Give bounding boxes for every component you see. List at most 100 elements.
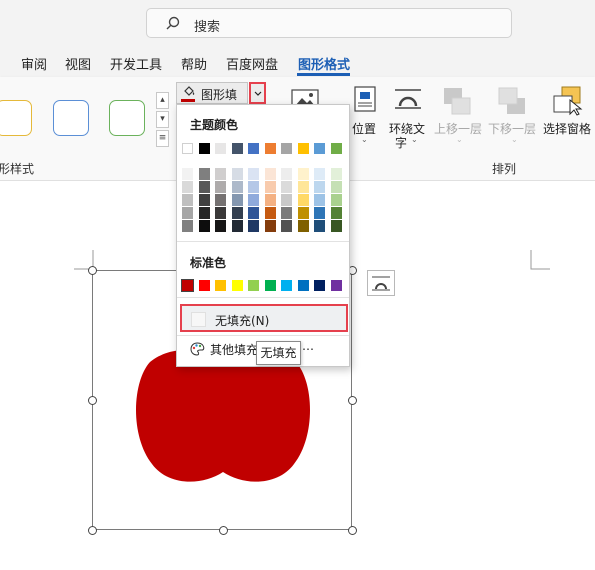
theme-shade-swatch[interactable] (248, 194, 259, 206)
resize-handle-bottom-left[interactable] (88, 526, 97, 535)
selection-pane-icon[interactable] (552, 86, 584, 119)
theme-shade-swatch[interactable] (198, 194, 210, 206)
tab-shape-format[interactable]: 图形格式 (298, 54, 350, 73)
theme-shade-swatch[interactable] (215, 220, 226, 232)
gallery-scroll-down-button[interactable]: ▾ (156, 111, 169, 128)
theme-shade-swatch[interactable] (297, 207, 309, 219)
theme-shade-swatch[interactable] (231, 168, 243, 180)
theme-shade-swatch[interactable] (330, 168, 342, 180)
theme-shade-swatch[interactable] (231, 207, 243, 219)
theme-shade-swatch[interactable] (231, 181, 243, 193)
theme-color-swatch[interactable] (297, 143, 309, 154)
theme-shade-swatch[interactable] (264, 168, 276, 180)
theme-shade-swatch[interactable] (248, 207, 259, 219)
theme-color-swatch[interactable] (198, 143, 210, 154)
theme-shade-swatch[interactable] (314, 207, 325, 219)
standard-color-swatch[interactable] (181, 279, 194, 292)
resize-handle-top-left[interactable] (88, 266, 97, 275)
theme-color-swatch[interactable] (314, 143, 325, 154)
tab-review[interactable]: 审阅 (21, 54, 47, 73)
resize-handle-middle-right[interactable] (348, 396, 357, 405)
theme-shade-swatch[interactable] (314, 181, 325, 193)
theme-shade-swatch[interactable] (264, 220, 276, 232)
theme-color-swatch[interactable] (215, 143, 226, 154)
standard-color-swatch[interactable] (330, 280, 342, 291)
theme-shade-swatch[interactable] (182, 220, 193, 232)
theme-shade-swatch[interactable] (198, 168, 210, 180)
theme-shade-swatch[interactable] (281, 207, 292, 219)
tab-developer[interactable]: 开发工具 (110, 54, 162, 73)
theme-shade-swatch[interactable] (215, 194, 226, 206)
theme-shade-swatch[interactable] (198, 181, 210, 193)
bring-forward-icon[interactable] (442, 86, 472, 119)
theme-shade-swatch[interactable] (297, 181, 309, 193)
gallery-scroll-up-button[interactable]: ▴ (156, 92, 169, 109)
theme-shade-swatch[interactable] (198, 220, 210, 232)
shape-fill-dropdown-arrow[interactable] (249, 82, 266, 104)
gallery-more-button[interactable]: ≡ (156, 130, 169, 147)
theme-shade-swatch[interactable] (248, 181, 259, 193)
send-backward-icon[interactable] (497, 86, 527, 119)
theme-shade-swatch[interactable] (297, 220, 309, 232)
theme-color-swatch[interactable] (281, 143, 292, 154)
resize-handle-bottom-center[interactable] (219, 526, 228, 535)
theme-shade-swatch[interactable] (330, 220, 342, 232)
standard-color-swatch[interactable] (264, 280, 276, 291)
theme-shade-swatch[interactable] (182, 194, 193, 206)
resize-handle-middle-left[interactable] (88, 396, 97, 405)
theme-shade-swatch[interactable] (330, 207, 342, 219)
theme-shade-swatch[interactable] (182, 207, 193, 219)
standard-color-swatch[interactable] (281, 280, 292, 291)
theme-shade-swatch[interactable] (314, 194, 325, 206)
theme-shade-swatch[interactable] (281, 168, 292, 180)
standard-color-swatch[interactable] (314, 280, 325, 291)
theme-shade-swatch[interactable] (182, 181, 193, 193)
standard-color-swatch[interactable] (215, 280, 226, 291)
theme-shade-swatch[interactable] (231, 220, 243, 232)
tab-help[interactable]: 帮助 (181, 54, 207, 73)
theme-shade-swatch[interactable] (330, 181, 342, 193)
layout-options-button[interactable] (367, 270, 395, 296)
theme-shade-swatch[interactable] (231, 194, 243, 206)
shape-style-green[interactable] (109, 100, 145, 136)
position-icon[interactable] (354, 86, 376, 115)
standard-color-swatch[interactable] (231, 280, 243, 291)
theme-shade-swatch[interactable] (281, 194, 292, 206)
theme-shade-swatch[interactable] (264, 194, 276, 206)
theme-color-swatch[interactable] (264, 143, 276, 154)
standard-color-swatch[interactable] (248, 280, 259, 291)
theme-shade-swatch[interactable] (264, 181, 276, 193)
wrap-text-label-2[interactable]: 字 (395, 134, 407, 151)
theme-shade-swatch[interactable] (248, 168, 259, 180)
search-box[interactable]: 搜索 (146, 8, 512, 38)
theme-shade-swatch[interactable] (182, 168, 193, 180)
theme-color-swatch[interactable] (248, 143, 259, 154)
shape-fill-button[interactable]: 图形填充 (176, 82, 248, 119)
theme-color-swatch[interactable] (182, 143, 193, 154)
resize-handle-bottom-right[interactable] (348, 526, 357, 535)
tab-view[interactable]: 视图 (65, 54, 91, 73)
shape-style-gold[interactable] (0, 100, 32, 136)
theme-shade-swatch[interactable] (198, 207, 210, 219)
theme-shade-swatch[interactable] (215, 207, 226, 219)
theme-shade-swatch[interactable] (215, 181, 226, 193)
theme-shade-swatch[interactable] (314, 168, 325, 180)
theme-color-swatch[interactable] (231, 143, 243, 154)
theme-shade-swatch[interactable] (297, 168, 309, 180)
apple-shape[interactable] (132, 346, 314, 486)
standard-color-swatch[interactable] (297, 280, 309, 291)
theme-color-swatch[interactable] (330, 143, 342, 154)
theme-shade-swatch[interactable] (330, 194, 342, 206)
theme-shade-swatch[interactable] (215, 168, 226, 180)
theme-shade-swatch[interactable] (314, 220, 325, 232)
shape-style-blue[interactable] (53, 100, 89, 136)
theme-shade-swatch[interactable] (264, 207, 276, 219)
theme-shade-swatch[interactable] (248, 220, 259, 232)
theme-shade-swatch[interactable] (281, 181, 292, 193)
wrap-text-icon[interactable] (394, 88, 422, 113)
theme-shade-swatch[interactable] (297, 194, 309, 206)
theme-shade-swatch[interactable] (281, 220, 292, 232)
standard-color-swatch[interactable] (198, 280, 210, 291)
tab-baidu-netdisk[interactable]: 百度网盘 (226, 54, 278, 73)
no-fill-menu-item[interactable]: 无填充(N) (180, 304, 348, 332)
